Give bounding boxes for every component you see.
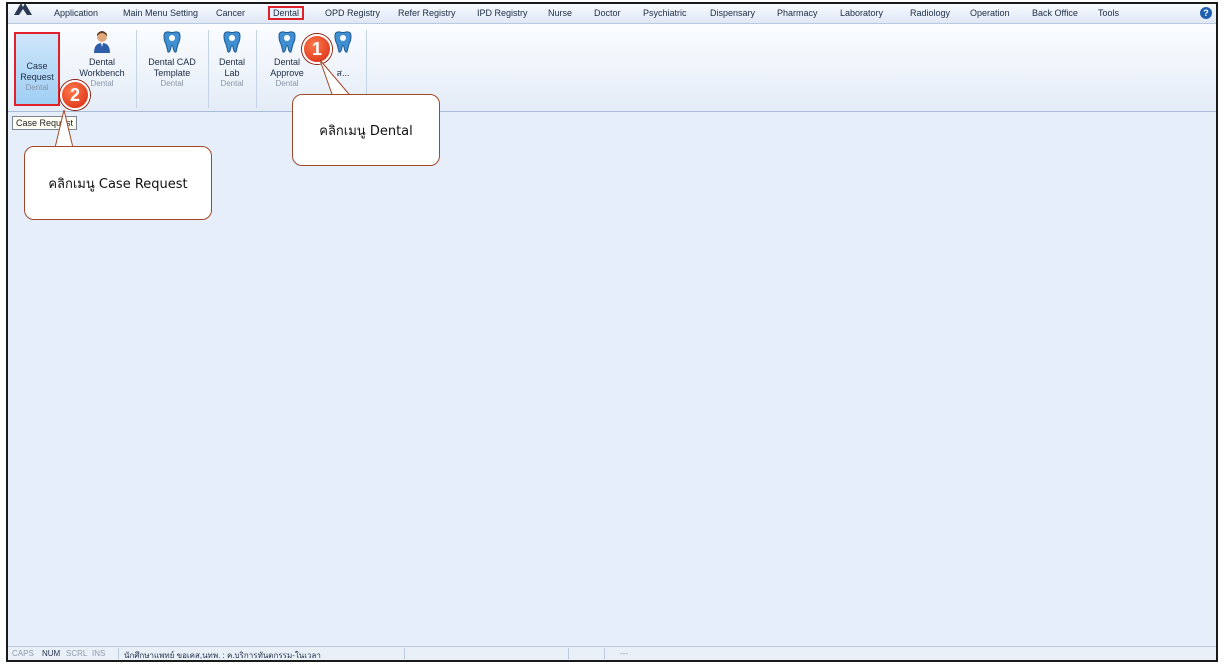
case-request-label-2: Request bbox=[20, 72, 54, 82]
help-icon[interactable]: ? bbox=[1200, 7, 1212, 19]
menu-back-office[interactable]: Back Office bbox=[1032, 8, 1078, 18]
dental-lab-label-2: Lab bbox=[224, 68, 240, 78]
dental-workbench-label-1: Dental bbox=[88, 57, 115, 67]
dental-cad-template-button[interactable]: Dental CAD Template Dental bbox=[142, 30, 202, 110]
callout-dental: คลิกเมนู Dental bbox=[292, 94, 440, 166]
dental-approve-group: Dental bbox=[275, 79, 299, 88]
dental-lab-button[interactable]: Dental Lab Dental bbox=[214, 30, 250, 110]
menu-dental[interactable]: Dental bbox=[268, 6, 305, 20]
callout-case-request: คลิกเมนู Case Request bbox=[24, 146, 212, 220]
step-1-badge: 1 bbox=[302, 34, 332, 64]
dental-cad-group: Dental bbox=[160, 79, 184, 88]
menu-tools[interactable]: Tools bbox=[1098, 8, 1119, 18]
menu-nurse[interactable]: Nurse bbox=[548, 8, 572, 18]
menu-radiology[interactable]: Radiology bbox=[910, 8, 950, 18]
dental-more-label: ส... bbox=[336, 68, 350, 78]
app-logo-icon[interactable] bbox=[12, 2, 34, 19]
case-request-tooltip: Case Request bbox=[12, 116, 78, 130]
menu-doctor[interactable]: Doctor bbox=[594, 8, 621, 18]
step-2-badge: 2 bbox=[60, 80, 90, 110]
menu-laboratory[interactable]: Laboratory bbox=[840, 8, 883, 18]
tooth-icon bbox=[278, 31, 296, 53]
menu-pharmacy[interactable]: Pharmacy bbox=[777, 8, 818, 18]
status-divider bbox=[604, 648, 605, 659]
dental-workbench-label-2: Workbench bbox=[79, 68, 125, 78]
menu-psychiatric[interactable]: Psychiatric bbox=[643, 8, 687, 18]
case-request-group: Dental bbox=[25, 83, 49, 92]
menu-main-menu-setting[interactable]: Main Menu Setting bbox=[123, 8, 198, 18]
menu-cancer[interactable]: Cancer bbox=[216, 8, 245, 18]
dental-cad-label-2: Template bbox=[153, 68, 191, 78]
status-scrl: SCRL bbox=[66, 649, 88, 658]
menu-dispensary[interactable]: Dispensary bbox=[710, 8, 755, 18]
status-divider bbox=[118, 648, 119, 659]
status-caps: CAPS bbox=[12, 649, 34, 658]
tooth-icon bbox=[223, 31, 241, 53]
ribbon-separator bbox=[208, 30, 209, 108]
status-user: นักศึกษาแพทย์ ขอเคส,นทพ. : ค.บริการทันตก… bbox=[124, 651, 321, 660]
dental-lab-group: Dental bbox=[220, 79, 244, 88]
ribbon-separator bbox=[256, 30, 257, 108]
status-divider bbox=[568, 648, 569, 659]
tooth-icon bbox=[334, 31, 352, 53]
ribbon-toolbar: Case Request Dental Dental Workbench Den… bbox=[8, 24, 1216, 112]
status-ins: INS bbox=[92, 649, 106, 658]
status-num: NUM bbox=[42, 649, 61, 658]
dental-cad-label-1: Dental CAD bbox=[148, 57, 196, 67]
menu-ipd-registry[interactable]: IPD Registry bbox=[477, 8, 528, 18]
case-request-button[interactable]: Case Request Dental bbox=[14, 32, 60, 106]
blank-icon bbox=[26, 34, 48, 58]
menu-bar: Application Main Menu Setting Cancer Den… bbox=[8, 4, 1216, 24]
app-window: Application Main Menu Setting Cancer Den… bbox=[6, 2, 1218, 662]
menu-refer-registry[interactable]: Refer Registry bbox=[398, 8, 456, 18]
status-bar: CAPS NUM SCRL INS นักศึกษาแพทย์ ขอเคส,นท… bbox=[8, 646, 1216, 660]
ribbon-separator bbox=[136, 30, 137, 108]
status-divider bbox=[404, 648, 405, 659]
dental-lab-label-1: Dental bbox=[218, 57, 245, 67]
menu-opd-registry[interactable]: OPD Registry bbox=[325, 8, 380, 18]
case-request-label-1: Case bbox=[26, 61, 48, 71]
tooth-icon bbox=[163, 31, 181, 53]
status-extra: --- bbox=[620, 649, 628, 658]
dental-approve-label-2: Approve bbox=[270, 68, 304, 78]
menu-application[interactable]: Application bbox=[54, 8, 98, 18]
dental-approve-label-1: Dental bbox=[273, 57, 300, 67]
doctor-person-icon bbox=[94, 31, 110, 53]
menu-operation[interactable]: Operation bbox=[970, 8, 1010, 18]
